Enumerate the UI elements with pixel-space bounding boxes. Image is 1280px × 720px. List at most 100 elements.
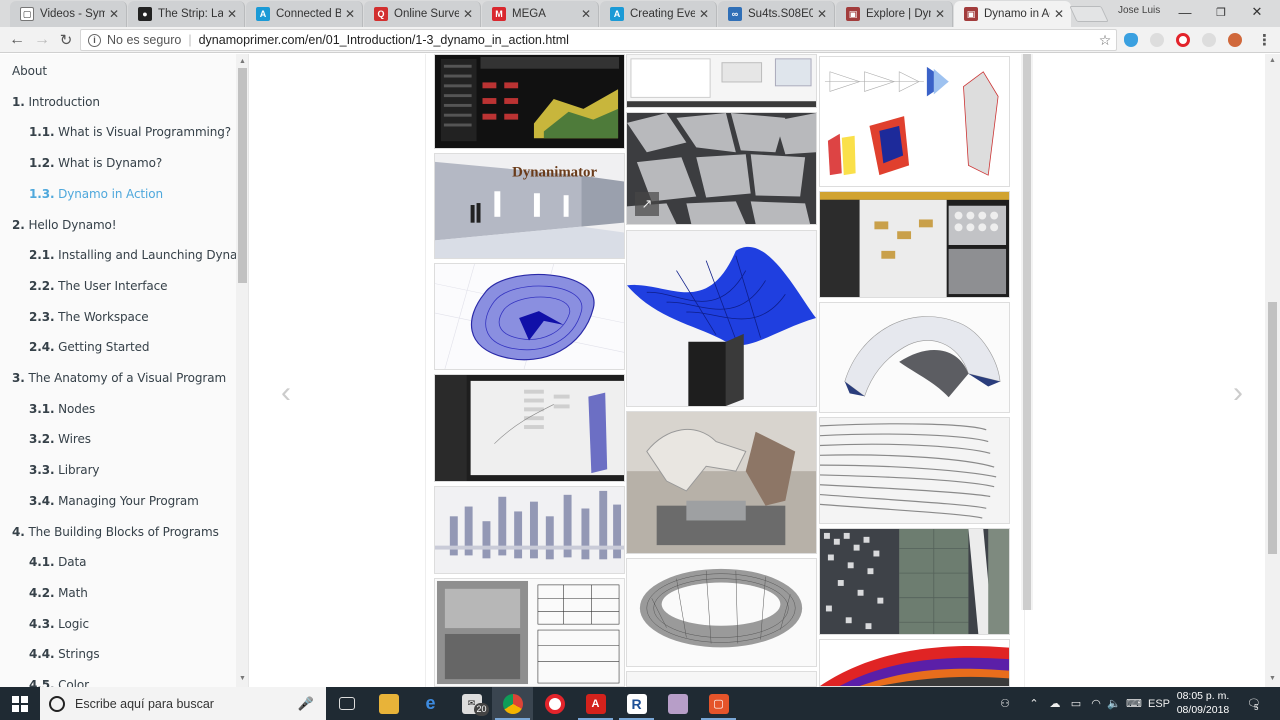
taskbar-chrome[interactable] [492,687,533,720]
taskbar-opera[interactable] [534,687,575,720]
gallery-image-dynanimator-render[interactable]: Dynanimator [434,153,625,259]
toc-item[interactable]: 2.4. Getting Started [29,340,150,360]
gallery-image-dynamo-graph-tower[interactable] [434,374,625,482]
forward-icon[interactable]: → [31,29,53,51]
toc-item[interactable]: 1.1. What is Visual Programming? [29,125,231,145]
browser-tab[interactable]: ▢ Videos - Symposium✕ [10,1,127,27]
toc-item[interactable]: 1. Introduction [12,95,100,115]
previous-page-icon[interactable]: ‹ [281,376,291,410]
browser-menu-icon[interactable]: ⋮ [1257,31,1272,49]
page-scroll-thumb[interactable] [1268,302,1277,554]
download-extension-icon[interactable] [1150,33,1164,47]
gallery-image-paneling-diagrams[interactable] [819,56,1010,187]
toc-item[interactable]: 3.2. Wires [29,432,91,452]
extension-icon[interactable] [1202,33,1216,47]
taskbar-app[interactable] [657,687,698,720]
start-button[interactable] [0,687,40,720]
page-scrollbar[interactable]: ▲ ▼ [1265,54,1280,687]
scroll-up-icon[interactable]: ▲ [238,57,247,67]
gallery-image-building-sections[interactable] [434,578,625,687]
browser-tab[interactable]: A Creating Even Spacing✕ [600,1,717,27]
tray-overflow-icon[interactable]: ⌃ [1026,687,1042,720]
browser-tab[interactable]: M MEGA ✕ [482,1,599,27]
gallery-image-mesh-torus-shell[interactable] [626,558,817,667]
keyboard-icon[interactable]: ⌨ [1126,687,1142,720]
gallery-image-partial[interactable] [626,671,817,687]
taskbar-mail[interactable]: ✉ 20 [451,687,492,720]
tab-close-icon[interactable]: ✕ [580,7,592,21]
scroll-down-icon[interactable]: ▼ [238,674,247,684]
gallery-image-blue-hyperbolic-paraboloid[interactable] [626,230,817,407]
gallery-image-dynamo-ui-screenshot[interactable] [626,54,817,108]
gallery-image-robot-arm-fabrication[interactable] [626,411,817,554]
people-icon[interactable]: ⚇ [996,687,1014,720]
taskbar-presentation[interactable]: ▢ [698,687,739,720]
gallery-image-pixel-facade[interactable] [819,528,1010,635]
toc-item[interactable]: 1.3. Dynamo in Action [29,187,163,207]
gallery-image-dynamo-graph-panels[interactable] [819,191,1010,298]
tab-close-icon[interactable]: ✕ [108,7,120,21]
minimize-icon[interactable]: — [1168,0,1202,24]
tab-close-icon[interactable]: ✕ [344,7,356,21]
bookmark-star-icon[interactable]: ☆ [1094,32,1116,49]
new-tab-button[interactable] [1069,6,1109,22]
gallery-image-lattice-structure[interactable]: ↗ [626,112,817,225]
toc-item[interactable]: 4. The Building Blocks of Programs [12,525,219,545]
microphone-icon[interactable]: 🎤 [298,696,314,712]
next-page-icon[interactable]: › [1233,376,1243,410]
gallery-image-colorful-facade[interactable] [819,639,1010,687]
window-close-icon[interactable]: ✕ [1240,0,1274,24]
browser-tab[interactable]: ▣ Dynamo in Action✕ [954,1,1071,27]
page-scroll-down-icon[interactable]: ▼ [1265,675,1280,682]
opera-extension-icon[interactable] [1176,33,1190,47]
toc-item[interactable]: 2. Hello Dynamo! [12,218,117,238]
page-scroll-up-icon[interactable]: ▲ [1265,57,1280,64]
toc-item[interactable]: About [12,64,47,84]
gallery-image-panel-layout-render[interactable] [434,54,625,149]
url-text[interactable]: dynamoprimer.com/en/01_Introduction/1-3_… [199,33,1094,47]
tab-close-icon[interactable]: ✕ [226,7,238,21]
system-clock[interactable]: 08:05 p. m. 08/09/2018 [1172,689,1234,717]
tab-close-icon[interactable]: ✕ [698,7,710,21]
sidebar-scroll-thumb[interactable] [238,68,247,283]
toc-item[interactable]: 3.4. Managing Your Program [29,494,199,514]
browser-tab[interactable]: Q Online Survey✕ [364,1,481,27]
gallery-scroll-thumb[interactable] [1023,54,1031,610]
taskbar-search[interactable]: Escribe aquí para buscar 🎤 [40,687,326,720]
toc-item[interactable]: 4.3. Logic [29,617,89,637]
toc-item[interactable]: 3.3. Library [29,463,100,483]
browser-tab[interactable]: ∞ Su4ts.S08E08.m✕ [718,1,835,27]
address-bar[interactable]: i No es seguro | dynamoprimer.com/en/01_… [80,29,1117,51]
gallery-image-ribbed-facade[interactable] [819,417,1010,524]
info-icon[interactable]: i [88,33,101,47]
toc-item[interactable]: 4.1. Data [29,555,87,575]
cortana-icon[interactable] [49,695,65,712]
toc-item[interactable]: 3.1. Nodes [29,402,95,422]
toc-item[interactable]: 2.2. The User Interface [29,279,167,299]
language-indicator[interactable]: ESP [1146,687,1172,720]
browser-tab[interactable]: A Connected BIM✕ [246,1,363,27]
battery-icon[interactable]: ▭ [1068,687,1084,720]
gallery-image-extruded-towers[interactable] [434,486,625,574]
tab-close-icon[interactable]: ✕ [462,7,474,21]
taskbar-edge[interactable]: e [410,687,451,720]
browser-tab[interactable]: ● The Strip: Las Vegas✕ [128,1,245,27]
onedrive-icon[interactable]: ☁ [1046,687,1064,720]
toc-item[interactable]: 4.4. Strings [29,647,100,667]
task-view-button[interactable] [326,687,367,720]
toc-item[interactable]: 3. The Anatomy of a Visual Program [12,371,226,391]
taskbar-acrobat[interactable]: A [575,687,616,720]
avatar-extension-icon[interactable] [1228,33,1242,47]
tab-close-icon[interactable]: ✕ [934,7,946,21]
cloud-extension-icon[interactable] [1124,33,1138,47]
wifi-icon[interactable]: ◠ [1088,687,1104,720]
expand-icon[interactable]: ↗ [635,192,659,216]
maximize-icon[interactable]: ❐ [1204,0,1238,24]
taskbar-file-explorer[interactable] [368,687,409,720]
volume-icon[interactable]: 🔈 [1106,687,1122,720]
profile-name[interactable]: Jose Luis [1118,5,1160,16]
gallery-image-curved-roof-canopy[interactable] [819,302,1010,413]
taskbar-revit[interactable]: R [616,687,657,720]
toc-item[interactable]: 2.3. The Workspace [29,310,149,330]
gallery-image-blue-contour-surface[interactable] [434,263,625,370]
